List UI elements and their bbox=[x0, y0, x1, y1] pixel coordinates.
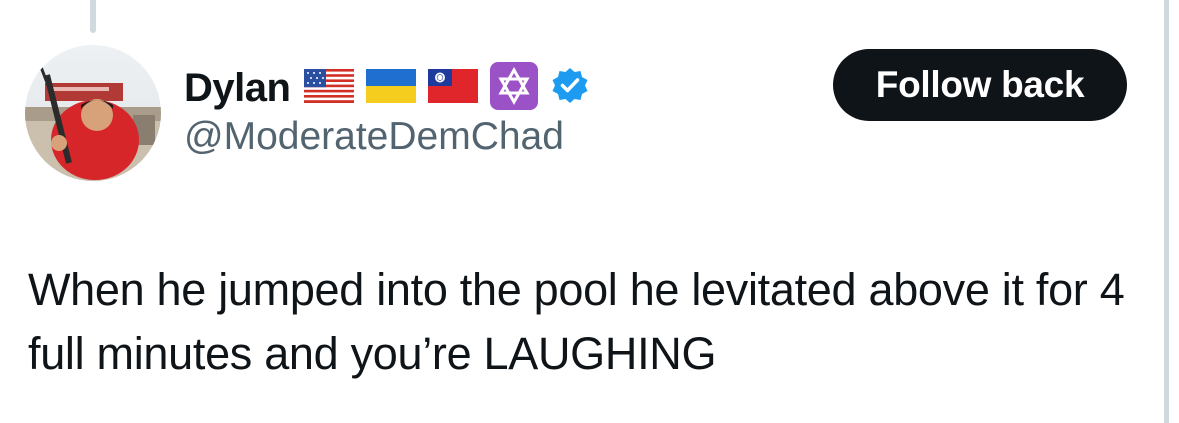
taiwan-flag-icon bbox=[428, 68, 479, 108]
profile-photo bbox=[25, 45, 161, 181]
display-name[interactable]: Dylan bbox=[184, 68, 291, 108]
thread-connector-line bbox=[90, 0, 96, 33]
user-name-row: Dylan bbox=[184, 60, 590, 116]
ukraine-flag-icon bbox=[366, 68, 417, 108]
tweet-text: When he jumped into the pool he levitate… bbox=[28, 264, 1125, 379]
panel-divider bbox=[1164, 0, 1169, 423]
follow-back-button[interactable]: Follow back bbox=[833, 49, 1127, 121]
us-flag-icon bbox=[304, 68, 355, 108]
user-handle[interactable]: @ModerateDemChad bbox=[184, 115, 564, 159]
avatar[interactable] bbox=[25, 45, 161, 181]
star-of-david-icon bbox=[490, 61, 539, 115]
verified-badge-icon[interactable] bbox=[550, 66, 590, 111]
